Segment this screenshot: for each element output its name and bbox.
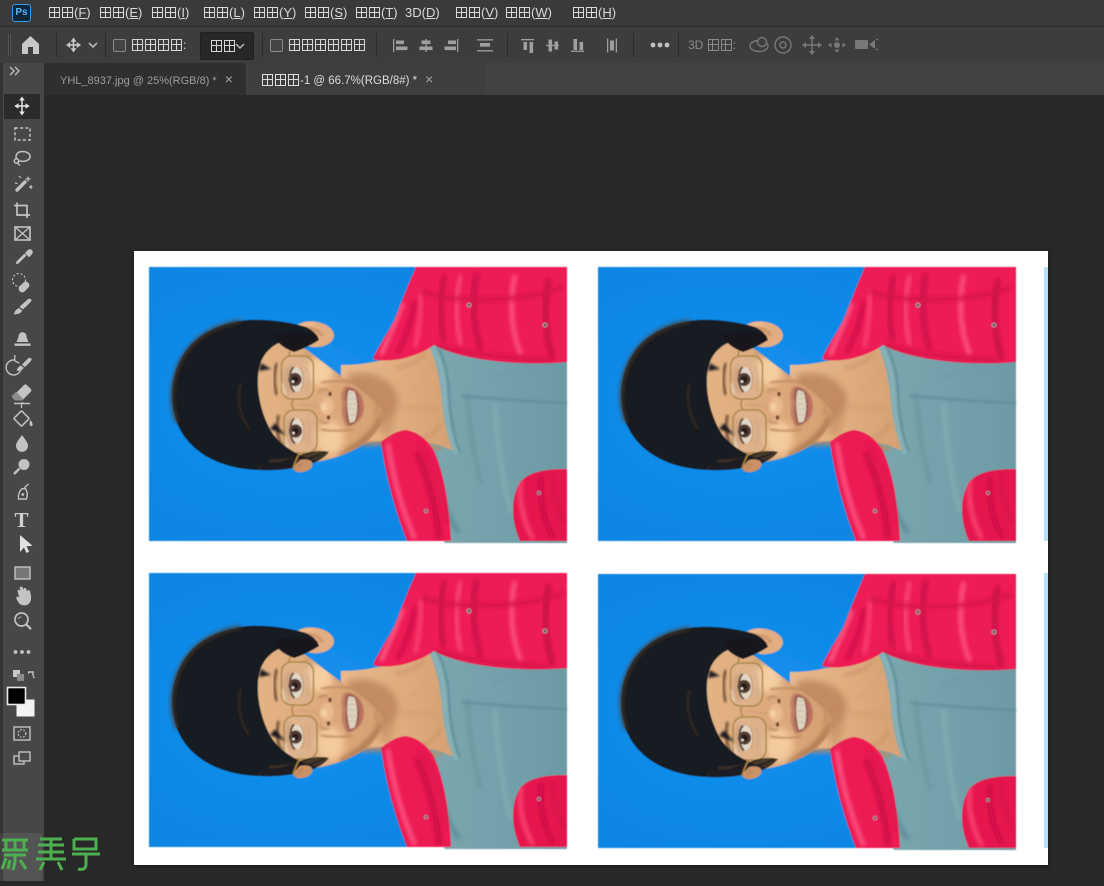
svg-text:T: T [15,508,29,532]
